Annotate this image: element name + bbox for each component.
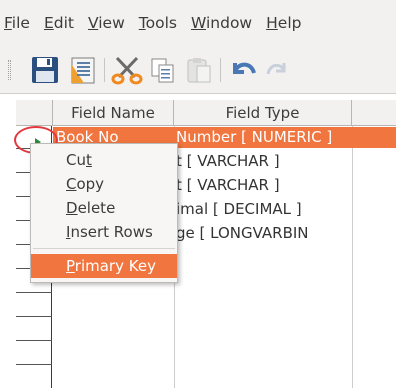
column-header-field-type[interactable]: Field Type <box>174 100 352 126</box>
redo-icon <box>266 63 286 75</box>
field-type-cell[interactable]: ge [ LONGVARBIN <box>176 221 351 245</box>
undo-icon <box>233 62 256 74</box>
column-header-blank <box>352 100 396 126</box>
menu-view[interactable]: View <box>88 14 125 32</box>
paste-icon <box>187 58 211 83</box>
menu-item-insert-rows[interactable]: Insert Rows <box>31 220 177 244</box>
menu-item-cut[interactable]: Cut <box>31 148 177 172</box>
menu-file[interactable]: File <box>4 14 30 32</box>
column-divider <box>352 126 353 388</box>
field-type-cell[interactable]: Number [ NUMERIC ] <box>176 125 351 149</box>
row-divider <box>16 316 52 317</box>
menu-edit[interactable]: Edit <box>44 14 74 32</box>
field-type-cell[interactable]: imal [ DECIMAL ] <box>176 197 351 221</box>
context-menu: Cut Copy Delete Insert Rows Primary Key <box>30 143 178 283</box>
menu-separator <box>33 248 175 249</box>
copy-icon <box>151 58 174 83</box>
row-header-corner <box>16 100 53 126</box>
cut-icon <box>111 56 143 85</box>
undo-button[interactable] <box>226 53 260 87</box>
form-icon <box>71 57 95 84</box>
menu-item-delete[interactable]: Delete <box>31 196 177 220</box>
toolbar-grip[interactable] <box>8 60 11 80</box>
paste-button[interactable] <box>182 53 216 87</box>
cut-button[interactable] <box>110 53 144 87</box>
row-divider <box>16 292 52 293</box>
copy-button[interactable] <box>146 53 180 87</box>
toolbar-separator <box>104 58 105 82</box>
toolbar <box>0 46 396 94</box>
toolbar-separator <box>220 58 221 82</box>
menu-window[interactable]: Window <box>191 14 252 32</box>
menubar: File Edit View Tools Window Help <box>0 0 396 46</box>
form-button[interactable] <box>66 53 100 87</box>
menu-item-primary-key[interactable]: Primary Key <box>31 254 177 278</box>
row-divider <box>16 340 52 341</box>
field-type-cell[interactable]: t [ VARCHAR ] <box>176 149 351 173</box>
menu-item-copy[interactable]: Copy <box>31 172 177 196</box>
save-button[interactable] <box>28 53 62 87</box>
save-icon <box>32 57 58 83</box>
row-divider <box>16 364 52 365</box>
menu-help[interactable]: Help <box>266 14 301 32</box>
column-header-field-name[interactable]: Field Name <box>53 100 174 126</box>
menu-tools[interactable]: Tools <box>139 14 177 32</box>
field-type-cell[interactable]: t [ VARCHAR ] <box>176 173 351 197</box>
redo-button[interactable] <box>260 53 294 87</box>
